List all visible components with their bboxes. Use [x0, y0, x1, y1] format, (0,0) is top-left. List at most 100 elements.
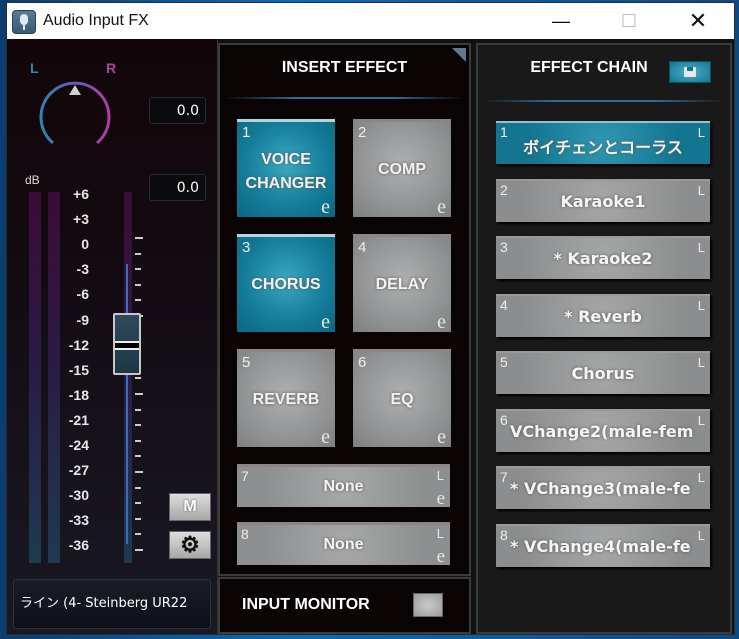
chain-item-number: 1 — [500, 124, 508, 140]
pad-effect-name: DELAY — [353, 273, 451, 297]
chain-item-name: * Reverb — [564, 306, 642, 326]
insert-effect-slot[interactable]: 8 None Le — [237, 522, 450, 568]
effect-chain-item[interactable]: 6 VChange2(male-fem L — [496, 408, 710, 452]
insert-effect-pad[interactable]: 6 EQ e — [353, 349, 451, 449]
volume-fader-handle[interactable] — [113, 313, 141, 375]
input-monitor-panel: INPUT MONITOR — [218, 577, 471, 634]
maximize-button[interactable]: ☐ — [606, 3, 652, 39]
edit-icon[interactable]: e — [437, 488, 445, 510]
pan-right-label: R — [106, 60, 117, 76]
edit-icon[interactable]: e — [437, 426, 446, 449]
insert-effect-slot[interactable]: 7 None Le — [237, 464, 450, 510]
fader-tick — [135, 283, 141, 286]
edit-icon[interactable]: e — [437, 546, 445, 568]
effect-chain-item[interactable]: 4 * Reverb L — [496, 293, 710, 337]
title-bar[interactable]: Audio Input FX — ☐ ✕ — [7, 3, 734, 39]
lock-icon[interactable]: L — [698, 240, 705, 255]
chain-item-number: 4 — [500, 296, 508, 313]
input-device-selector[interactable]: ライン (4- Steinberg UR22 — [13, 579, 211, 629]
microphone-icon — [12, 10, 36, 34]
lock-icon[interactable]: L — [437, 468, 444, 483]
chain-item-name: Chorus — [571, 364, 635, 383]
lock-icon[interactable]: L — [698, 470, 705, 485]
db-scale-label: -33 — [68, 512, 89, 529]
effect-chain-panel: EFFECT CHAIN 1 ボイチェンとコーラス L 2 Karaoke1 L 3 * Ka… — [476, 43, 732, 634]
minimize-button[interactable]: — — [538, 3, 584, 39]
insert-effect-pad[interactable]: 3 CHORUS e — [237, 234, 335, 334]
insert-effect-pad[interactable]: 4 DELAY e — [353, 234, 451, 334]
insert-effect-panel: INSERT EFFECT 1 VOICE CHANGER e 2 COMP e 3 CHORU… — [218, 43, 471, 576]
pad-number: 1 — [242, 124, 251, 141]
fader-tick — [135, 455, 141, 458]
fader-tick — [135, 268, 141, 271]
insert-effect-title: INSERT EFFECT — [281, 59, 408, 76]
lock-icon[interactable]: L — [698, 298, 705, 313]
edit-icon[interactable]: e — [321, 311, 330, 334]
close-button[interactable]: ✕ — [675, 3, 721, 39]
fader-tick — [135, 517, 141, 520]
effect-chain-item[interactable]: 2 Karaoke1 L — [496, 178, 710, 222]
pad-effect-name-line: DELAY — [375, 276, 429, 293]
divider — [225, 97, 464, 99]
effect-chain-item[interactable]: 5 Chorus L — [496, 351, 710, 394]
pad-effect-name-line: REVERB — [252, 391, 320, 408]
pad-effect-name: COMP — [353, 158, 451, 182]
insert-effect-pad[interactable]: 1 VOICE CHANGER e — [237, 119, 335, 219]
save-chain-button[interactable] — [669, 61, 711, 83]
pad-number: 3 — [242, 239, 251, 256]
lock-icon[interactable]: L — [698, 355, 705, 370]
effect-chain-item[interactable]: 7 * VChange3(male-fe L — [496, 466, 710, 509]
pad-effect-name-line: VOICE — [261, 151, 311, 168]
db-label: dB — [25, 173, 40, 187]
pad-number: 6 — [358, 354, 367, 371]
edit-icon[interactable]: e — [437, 311, 446, 334]
fader-tick — [135, 393, 143, 395]
chain-item-name: * VChange4(male-fe — [510, 536, 691, 556]
mute-button[interactable]: M — [169, 493, 211, 521]
fader-tick — [135, 439, 141, 442]
edit-icon[interactable]: e — [437, 196, 446, 219]
chain-item-number: 8 — [500, 526, 508, 543]
db-scale-label: -15 — [68, 361, 89, 378]
edit-icon[interactable]: e — [321, 196, 330, 219]
effect-chain-item[interactable]: 8 * VChange4(male-fe L — [496, 523, 710, 567]
fader-tick — [135, 486, 141, 489]
chain-item-number: 6 — [500, 411, 508, 428]
level-value-field[interactable]: 0.0 — [149, 174, 206, 201]
chain-item-number: 5 — [500, 354, 508, 370]
db-scale-label: -27 — [68, 462, 89, 479]
db-scale-label: -9 — [76, 311, 89, 328]
fader-tick — [135, 424, 141, 427]
lock-icon[interactable]: L — [698, 125, 705, 140]
lock-icon[interactable]: L — [698, 413, 705, 428]
chain-item-name: VChange2(male-fem — [510, 421, 694, 441]
pad-number: 5 — [242, 354, 251, 371]
input-monitor-toggle[interactable] — [413, 593, 443, 617]
insert-effect-pad[interactable]: 2 COMP e — [353, 119, 451, 219]
effect-chain-item[interactable]: 1 ボイチェンとコーラス L — [496, 121, 710, 164]
db-scale-label: -6 — [76, 286, 89, 303]
level-meter-left — [29, 192, 41, 563]
fader-level-line — [126, 264, 128, 544]
settings-button[interactable]: ⚙ — [169, 531, 211, 559]
fader-tick — [135, 533, 141, 536]
pad-number: 4 — [358, 239, 367, 256]
lock-icon[interactable]: L — [437, 526, 444, 541]
db-scale-label: -36 — [68, 537, 89, 554]
floppy-disk-icon — [684, 67, 696, 77]
db-scale-label: -24 — [68, 437, 89, 453]
chain-item-number: 7 — [500, 469, 508, 485]
mixer-panel: L R 0.0 0.0 dB +6 +3 0 -3 -6 -9 -12 -15 -18- — [7, 39, 218, 634]
fader-tick — [135, 377, 141, 380]
audio-input-fx-window: Audio Input FX — ☐ ✕ L R 0.0 0.0 dB +6 +… — [6, 2, 735, 635]
insert-effect-pad[interactable]: 5 REVERB e — [237, 349, 335, 449]
effect-chain-item[interactable]: 3 * Karaoke2 L — [496, 236, 710, 279]
fader-tick — [135, 502, 141, 505]
pad-effect-name: REVERB — [237, 388, 335, 412]
lock-icon[interactable]: L — [698, 528, 705, 543]
pan-value-field[interactable]: 0.0 — [149, 97, 206, 124]
pan-knob[interactable] — [35, 77, 115, 157]
edit-icon[interactable]: e — [321, 426, 330, 449]
lock-icon[interactable]: L — [698, 183, 705, 198]
slot-effect-name: None — [323, 536, 364, 553]
